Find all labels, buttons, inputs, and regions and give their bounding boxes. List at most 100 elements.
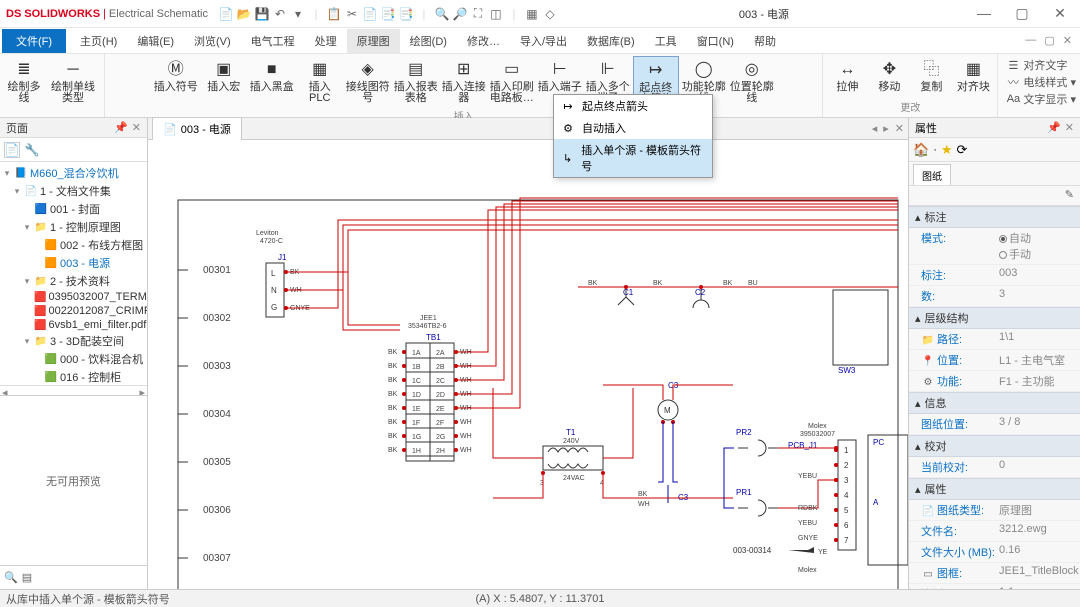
prop-row-0-0[interactable]: 模式:自动手动 [909, 228, 1080, 265]
menu-item-0[interactable]: 主页(H) [70, 29, 127, 53]
ribbon-insert-3[interactable]: ▦插入 PLC [297, 56, 343, 106]
ribbon-insert-4[interactable]: ◈接线图符号 [345, 56, 391, 106]
properties-edit-icon[interactable]: ✎ [1065, 188, 1074, 203]
tree-node-11[interactable]: 🟩000 - 饮料混合机 [0, 350, 147, 368]
tree-node-10[interactable]: ▾📁3 - 3D配装空间 [0, 332, 147, 350]
ribbon-draw-single-type[interactable]: ─绘制单线类型 [46, 56, 100, 106]
ribbon-modify-0[interactable]: ↔拉伸 [827, 56, 867, 95]
menu-item-12[interactable]: 帮助 [744, 29, 786, 53]
tree-node-1[interactable]: ▾📄1 - 文档文件集 [0, 182, 147, 200]
ribbon-insert-6[interactable]: ⊞插入连接器 [441, 56, 487, 106]
props-close-icon[interactable]: ✕ [1065, 121, 1074, 134]
ribbon-insert-7[interactable]: ▭插入印刷电路板… [489, 56, 535, 106]
menu-item-6[interactable]: 绘图(D) [400, 29, 457, 53]
ribbon-align-text[interactable]: ☰对齐文字 [1006, 57, 1076, 73]
tree-node-3[interactable]: ▾📁1 - 控制原理图 [0, 218, 147, 236]
qat-dropdown-icon[interactable]: ▾ [290, 6, 306, 22]
prop-group-4[interactable]: ▴属性 [909, 478, 1080, 500]
prop-group-2[interactable]: ▴信息 [909, 392, 1080, 414]
qat-copy-icon[interactable]: 📋 [326, 6, 342, 22]
menu-item-3[interactable]: 电气工程 [241, 29, 305, 53]
tree-node-8[interactable]: 🟥0022012087_CRIMP_H [0, 304, 147, 318]
prop-row-1-2[interactable]: ⚙功能:F1 - 主功能 [909, 371, 1080, 392]
qat-snap-icon[interactable]: ◇ [542, 6, 558, 22]
dropdown-item-0[interactable]: ↦起点终点箭头 [554, 95, 712, 117]
qat-doc2-icon[interactable]: 📑 [398, 6, 414, 22]
prop-row-1-1[interactable]: 📍位置:L1 - 主电气室 [909, 350, 1080, 371]
subwin-max-icon[interactable]: ▢ [1044, 34, 1054, 47]
prop-row-2-0[interactable]: 图纸位置:3 / 8 [909, 414, 1080, 435]
tab-close-icon[interactable]: ✕ [895, 122, 904, 135]
schematic-canvas[interactable]: 00301003020030300304003050030600307 Levi… [148, 140, 908, 589]
prop-row-3-0[interactable]: 当前校对:0 [909, 457, 1080, 478]
ribbon-draw-multiline[interactable]: ≣绘制多线 [4, 56, 44, 106]
menu-item-1[interactable]: 编辑(E) [127, 29, 184, 53]
qat-undo-icon[interactable]: ↶ [272, 6, 288, 22]
ribbon-text-display[interactable]: Aa文字显示 ▾ [1006, 91, 1076, 107]
close-button[interactable]: ✕ [1046, 5, 1074, 22]
ribbon-insert-1[interactable]: ▣插入宏 [201, 56, 247, 95]
menu-item-8[interactable]: 导入/导出 [510, 29, 577, 53]
ribbon-insert-5[interactable]: ▤插入报表表格 [393, 56, 439, 106]
ribbon-insert-8[interactable]: ⊢插入端子 [537, 56, 583, 95]
panel-close-icon[interactable]: ✕ [132, 121, 141, 134]
prop-row-4-1[interactable]: 文件名:3212.ewg [909, 521, 1080, 542]
tree-node-2[interactable]: 🟦001 - 封面 [0, 200, 147, 218]
tree-node-4[interactable]: 🟧002 - 布线方框图 [0, 236, 147, 254]
prop-row-4-3[interactable]: ▭图框:JEE1_TitleBlock [909, 563, 1080, 584]
menu-item-2[interactable]: 浏览(V) [184, 29, 241, 53]
ribbon-modify-1[interactable]: ✥移动 [869, 56, 909, 95]
ribbon-modify-3[interactable]: ▦对齐块 [953, 56, 993, 95]
menu-item-5[interactable]: 原理图 [347, 29, 400, 53]
tab-components-icon[interactable]: 🔧 [24, 142, 40, 158]
subwin-min-icon[interactable]: — [1025, 34, 1036, 47]
tab-prev-icon[interactable]: ◂ [872, 122, 878, 135]
prop-home-icon[interactable]: 🏠 [913, 142, 929, 158]
qat-zoom-in-icon[interactable]: 🔍 [434, 6, 450, 22]
subwin-close-icon[interactable]: ✕ [1063, 34, 1072, 47]
tree-node-0[interactable]: ▾📘M660_混合冷饮机 [0, 164, 147, 182]
menu-item-11[interactable]: 窗口(N) [687, 29, 744, 53]
dropdown-item-2[interactable]: ↳插入单个源 - 模板箭头符号 [554, 139, 712, 177]
prop-row-0-2[interactable]: 数:3 [909, 286, 1080, 307]
prop-group-1[interactable]: ▴层级结构 [909, 307, 1080, 329]
tree-scroll-right-icon[interactable]: ▸ [139, 386, 145, 395]
qat-cut-icon[interactable]: ✂ [344, 6, 360, 22]
tab-pages-icon[interactable]: 📄 [4, 142, 20, 158]
properties-tab-sheet[interactable]: 图纸 [913, 164, 951, 185]
qat-save-icon[interactable]: 💾 [254, 6, 270, 22]
document-tree[interactable]: ▾📘M660_混合冷饮机▾📄1 - 文档文件集🟦001 - 封面▾📁1 - 控制… [0, 162, 147, 385]
prop-row-4-2[interactable]: 文件大小 (MB):0.16 [909, 542, 1080, 563]
tree-node-7[interactable]: 🟥0395032007_TERMINA [0, 290, 147, 304]
prop-row-1-0[interactable]: 📁路径:1\1 [909, 329, 1080, 350]
qat-open-icon[interactable]: 📂 [236, 6, 252, 22]
maximize-button[interactable]: ▢ [1008, 5, 1036, 22]
qat-zoom-out-icon[interactable]: 🔎 [452, 6, 468, 22]
prop-row-4-0[interactable]: 📄图纸类型:原理图 [909, 500, 1080, 521]
search-icon[interactable]: 🔍 [4, 571, 18, 584]
menu-item-9[interactable]: 数据库(B) [577, 29, 645, 53]
menu-item-7[interactable]: 修改… [457, 29, 510, 53]
props-pin-icon[interactable]: 📌 [1047, 121, 1061, 134]
prop-group-0[interactable]: ▴标注 [909, 206, 1080, 228]
active-doc-tab[interactable]: 📄 003 - 电源 [152, 117, 242, 140]
dropdown-item-1[interactable]: ⚙自动插入 [554, 117, 712, 139]
filter-icon[interactable]: ▤ [22, 571, 32, 584]
menu-item-4[interactable]: 处理 [305, 29, 347, 53]
qat-zoom-sel-icon[interactable]: ◫ [488, 6, 504, 22]
menu-item-10[interactable]: 工具 [645, 29, 687, 53]
prop-refresh-icon[interactable]: ⟳ [957, 142, 968, 158]
prop-fav-icon[interactable]: ★ [941, 142, 953, 158]
prop-group-3[interactable]: ▴校对 [909, 435, 1080, 457]
qat-doc1-icon[interactable]: 📑 [380, 6, 396, 22]
prop-row-0-1[interactable]: 标注:003 [909, 265, 1080, 286]
panel-pin-icon[interactable]: 📌 [114, 121, 128, 134]
qat-grid-icon[interactable]: ▦ [524, 6, 540, 22]
tree-node-12[interactable]: 🟩016 - 控制柜 [0, 368, 147, 385]
tree-node-5[interactable]: 🟧003 - 电源 [0, 254, 147, 272]
qat-zoom-fit-icon[interactable]: ⛶ [470, 6, 486, 22]
tree-scroll-left-icon[interactable]: ◂ [2, 386, 8, 395]
qat-new-icon[interactable]: 📄 [218, 6, 234, 22]
tree-node-9[interactable]: 🟥6vsb1_emi_filter.pdf [0, 318, 147, 332]
minimize-button[interactable]: — [970, 5, 998, 22]
